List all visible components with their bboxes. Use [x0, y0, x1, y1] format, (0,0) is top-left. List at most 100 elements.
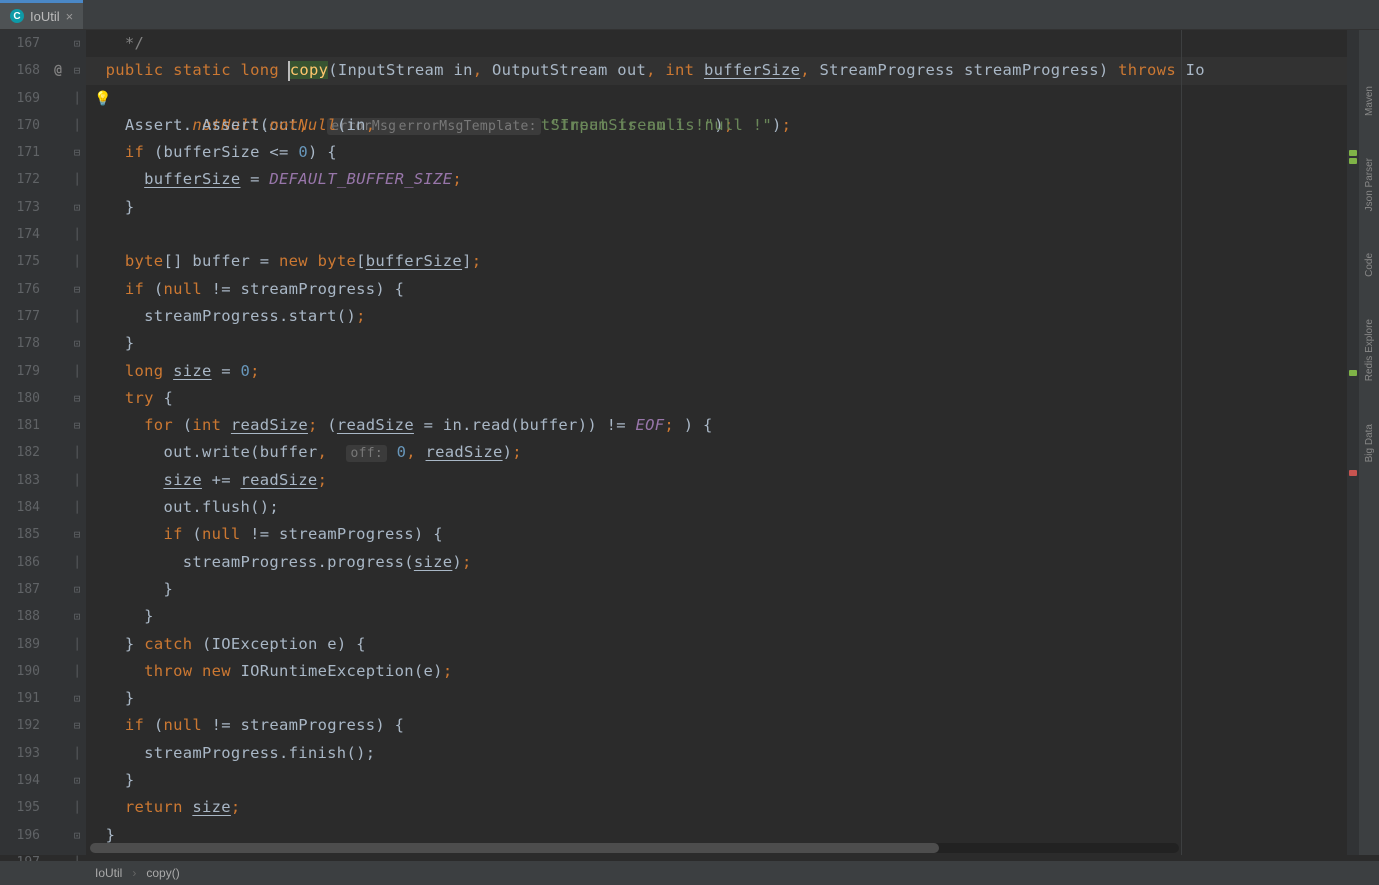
- code-line[interactable]: }: [86, 767, 1379, 794]
- fold-cell[interactable]: ⊡: [68, 685, 86, 712]
- fold-cell[interactable]: ⊡: [68, 767, 86, 794]
- horizontal-scrollbar[interactable]: [90, 843, 1179, 853]
- code-line[interactable]: out.flush();: [86, 494, 1379, 521]
- fold-cell[interactable]: │: [68, 794, 86, 821]
- scrollbar-thumb[interactable]: [90, 843, 939, 853]
- code-line[interactable]: long size = 0;: [86, 358, 1379, 385]
- line-number[interactable]: 173: [0, 194, 40, 221]
- rail-btn[interactable]: Json Parser: [1362, 152, 1377, 217]
- code-line[interactable]: } catch (IOException e) {: [86, 631, 1379, 658]
- line-number[interactable]: 192: [0, 712, 40, 739]
- line-number[interactable]: 196: [0, 822, 40, 849]
- line-number[interactable]: 169: [0, 85, 40, 112]
- fold-gutter[interactable]: ⊡⊟││⊟│⊡││⊟│⊡│⊟⊟│││⊟│⊡⊡││⊡⊟│⊡│⊡│: [68, 30, 86, 855]
- code-line[interactable]: bufferSize = DEFAULT_BUFFER_SIZE;: [86, 166, 1379, 193]
- line-number[interactable]: 175: [0, 248, 40, 275]
- line-number[interactable]: 186: [0, 549, 40, 576]
- line-number[interactable]: 194: [0, 767, 40, 794]
- fold-cell[interactable]: ⊡: [68, 30, 86, 57]
- fold-cell[interactable]: │: [68, 112, 86, 139]
- fold-cell[interactable]: │: [68, 549, 86, 576]
- line-number[interactable]: 187: [0, 576, 40, 603]
- fold-cell[interactable]: ⊟: [68, 712, 86, 739]
- line-number[interactable]: 168: [0, 57, 40, 84]
- code-line[interactable]: }: [86, 194, 1379, 221]
- code-line[interactable]: }: [86, 685, 1379, 712]
- code-line[interactable]: out.write(buffer, off: 0, readSize);: [86, 439, 1379, 466]
- code-area[interactable]: ✔ */ public static long copy(InputStream…: [86, 30, 1379, 855]
- line-number[interactable]: 181: [0, 412, 40, 439]
- rail-btn[interactable]: Redis Explore: [1362, 313, 1377, 387]
- fold-cell[interactable]: ⊟: [68, 385, 86, 412]
- code-line[interactable]: byte[] buffer = new byte[bufferSize];: [86, 248, 1379, 275]
- code-line[interactable]: streamProgress.start();: [86, 303, 1379, 330]
- line-number[interactable]: 185: [0, 521, 40, 548]
- fold-cell[interactable]: ⊟: [68, 521, 86, 548]
- error-stripe[interactable]: [1347, 30, 1359, 855]
- breadcrumb-method[interactable]: copy(): [146, 866, 179, 880]
- fold-cell[interactable]: │: [68, 248, 86, 275]
- line-number[interactable]: 184: [0, 494, 40, 521]
- fold-cell[interactable]: ⊡: [68, 822, 86, 849]
- line-number[interactable]: 189: [0, 631, 40, 658]
- rail-btn[interactable]: Code: [1362, 247, 1377, 283]
- code-line[interactable]: */: [86, 30, 1379, 57]
- fold-cell[interactable]: ⊡: [68, 603, 86, 630]
- code-line[interactable]: try {: [86, 385, 1379, 412]
- code-line[interactable]: for (int readSize; (readSize = in.read(b…: [86, 412, 1379, 439]
- code-line[interactable]: [86, 221, 1379, 248]
- fold-cell[interactable]: ⊡: [68, 576, 86, 603]
- fold-cell[interactable]: │: [68, 166, 86, 193]
- line-number[interactable]: 193: [0, 740, 40, 767]
- line-number[interactable]: 179: [0, 358, 40, 385]
- fold-cell[interactable]: │: [68, 494, 86, 521]
- code-line[interactable]: }: [86, 603, 1379, 630]
- fold-cell[interactable]: │: [68, 467, 86, 494]
- line-number[interactable]: 176: [0, 276, 40, 303]
- fold-cell[interactable]: │: [68, 658, 86, 685]
- line-number[interactable]: 180: [0, 385, 40, 412]
- code-line[interactable]: size += readSize;: [86, 467, 1379, 494]
- fold-cell[interactable]: ⊟: [68, 412, 86, 439]
- rail-btn[interactable]: Big Data: [1362, 418, 1377, 468]
- code-line[interactable]: streamProgress.progress(size);: [86, 549, 1379, 576]
- code-line[interactable]: }: [86, 576, 1379, 603]
- line-number-gutter[interactable]: 1671681691701711721731741751761771781791…: [0, 30, 48, 855]
- marker-ok[interactable]: [1349, 370, 1357, 376]
- intention-bulb-icon[interactable]: 💡: [94, 86, 112, 113]
- code-line[interactable]: streamProgress.finish();: [86, 740, 1379, 767]
- line-number[interactable]: 183: [0, 467, 40, 494]
- code-line[interactable]: }: [86, 330, 1379, 357]
- line-number[interactable]: 174: [0, 221, 40, 248]
- fold-cell[interactable]: ⊟: [68, 57, 86, 84]
- fold-cell[interactable]: │: [68, 358, 86, 385]
- line-number[interactable]: 188: [0, 603, 40, 630]
- fold-cell[interactable]: │: [68, 85, 86, 112]
- fold-cell[interactable]: │: [68, 439, 86, 466]
- fold-cell[interactable]: │: [68, 631, 86, 658]
- fold-cell[interactable]: ⊟: [68, 139, 86, 166]
- code-line[interactable]: return size;: [86, 794, 1379, 821]
- line-number[interactable]: 195: [0, 794, 40, 821]
- code-line[interactable]: 💡 Assert.notNull(in, errorMsgTemplate: "…: [86, 85, 1379, 112]
- fold-cell[interactable]: │: [68, 740, 86, 767]
- line-number[interactable]: 182: [0, 439, 40, 466]
- line-number[interactable]: 172: [0, 166, 40, 193]
- code-line[interactable]: if (null != streamProgress) {: [86, 276, 1379, 303]
- close-icon[interactable]: ×: [66, 9, 74, 24]
- fold-cell[interactable]: │: [68, 303, 86, 330]
- marker-ok[interactable]: [1349, 158, 1357, 164]
- line-number[interactable]: 171: [0, 139, 40, 166]
- fold-cell[interactable]: ⊟: [68, 276, 86, 303]
- file-tab[interactable]: C IoUtil ×: [0, 0, 83, 29]
- marker-ok[interactable]: [1349, 150, 1357, 156]
- line-number[interactable]: 177: [0, 303, 40, 330]
- fold-cell[interactable]: │: [68, 221, 86, 248]
- marker-error[interactable]: [1349, 470, 1357, 476]
- code-line[interactable]: if (bufferSize <= 0) {: [86, 139, 1379, 166]
- code-line[interactable]: if (null != streamProgress) {: [86, 712, 1379, 739]
- fold-cell[interactable]: ⊡: [68, 194, 86, 221]
- breadcrumb-class[interactable]: IoUtil: [95, 866, 122, 880]
- rail-btn[interactable]: Maven: [1362, 80, 1377, 122]
- line-number[interactable]: 191: [0, 685, 40, 712]
